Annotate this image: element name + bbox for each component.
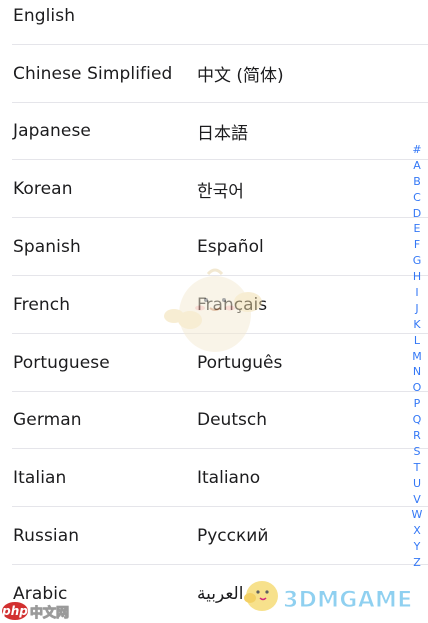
watermark-php: php 中文网 bbox=[2, 600, 84, 622]
language-native-name: 中文 (简体) bbox=[197, 66, 284, 87]
language-english-name: Italian bbox=[13, 468, 67, 489]
watermark-3dmgame: 3DMGAME bbox=[240, 568, 420, 620]
index-letter[interactable]: R bbox=[413, 428, 421, 444]
language-row-russian[interactable]: Russian Русский bbox=[0, 507, 428, 565]
index-letter[interactable]: I bbox=[415, 285, 418, 301]
language-english-name: Portuguese bbox=[13, 352, 110, 373]
index-letter[interactable]: P bbox=[414, 396, 421, 412]
index-letter[interactable]: K bbox=[413, 317, 420, 333]
index-letter[interactable]: C bbox=[413, 190, 421, 206]
language-english-name: English bbox=[13, 5, 76, 26]
php-logo: php bbox=[2, 602, 28, 620]
language-native-name: 한국어 bbox=[197, 181, 244, 202]
section-index-bar[interactable]: # A B C D E F G H I J K L M N O P Q R S T U V W X Y Z bbox=[410, 142, 424, 571]
index-letter[interactable]: F bbox=[414, 237, 420, 253]
language-english-name: Japanese bbox=[13, 121, 91, 142]
language-english-name: Chinese Simplified bbox=[13, 63, 173, 84]
index-letter[interactable]: W bbox=[412, 507, 423, 523]
language-native-name: Italiano bbox=[197, 468, 261, 489]
language-row-german[interactable]: German Deutsch bbox=[0, 392, 428, 450]
index-letter[interactable]: X bbox=[413, 523, 421, 539]
language-english-name: German bbox=[13, 410, 82, 431]
php-watermark-text: 中文网 bbox=[29, 605, 70, 621]
language-native-name: Português bbox=[197, 352, 283, 373]
language-row-portuguese[interactable]: Portuguese Português bbox=[0, 334, 428, 392]
language-row-chinese-simplified[interactable]: Chinese Simplified 中文 (简体) bbox=[0, 45, 428, 103]
index-letter[interactable]: J bbox=[415, 301, 418, 317]
index-letter[interactable]: D bbox=[413, 206, 421, 222]
index-letter[interactable]: # bbox=[412, 142, 421, 158]
language-english-name: Korean bbox=[13, 179, 73, 200]
language-native-name: العربية bbox=[197, 583, 244, 604]
language-row-korean[interactable]: Korean 한국어 bbox=[0, 160, 428, 218]
language-native-name: Français bbox=[197, 294, 268, 315]
language-english-name: French bbox=[13, 294, 71, 315]
index-letter[interactable]: B bbox=[413, 174, 421, 190]
index-letter[interactable]: Q bbox=[413, 412, 422, 428]
index-letter[interactable]: V bbox=[413, 492, 421, 508]
index-letter[interactable]: Y bbox=[414, 539, 421, 555]
3dmgame-watermark-text: 3DMGAME bbox=[283, 588, 413, 614]
index-letter[interactable]: U bbox=[413, 476, 421, 492]
index-letter[interactable]: O bbox=[413, 380, 422, 396]
language-english-name: Spanish bbox=[13, 237, 81, 258]
index-letter[interactable]: G bbox=[413, 253, 422, 269]
language-row-english[interactable]: English bbox=[0, 0, 428, 45]
language-english-name: Russian bbox=[13, 526, 80, 547]
language-native-name: Español bbox=[197, 237, 264, 258]
language-list: English Chinese Simplified 中文 (简体) Japan… bbox=[0, 0, 428, 623]
language-row-french[interactable]: French Français bbox=[0, 276, 428, 334]
language-row-spanish[interactable]: Spanish Español bbox=[0, 218, 428, 276]
index-letter[interactable]: T bbox=[414, 460, 421, 476]
language-native-name: 日本語 bbox=[197, 123, 248, 144]
language-picker-screen: English Chinese Simplified 中文 (简体) Japan… bbox=[0, 0, 428, 623]
language-native-name: Русский bbox=[197, 526, 269, 547]
language-row-italian[interactable]: Italian Italiano bbox=[0, 449, 428, 507]
language-native-name: Deutsch bbox=[197, 410, 267, 431]
index-letter[interactable]: A bbox=[413, 158, 421, 174]
index-letter[interactable]: M bbox=[412, 349, 422, 365]
index-letter[interactable]: S bbox=[414, 444, 421, 460]
index-letter[interactable]: L bbox=[414, 333, 420, 349]
3dm-mascot-icon bbox=[244, 581, 278, 611]
index-letter[interactable]: H bbox=[413, 269, 421, 285]
index-letter[interactable]: N bbox=[413, 364, 421, 380]
language-row-japanese[interactable]: Japanese 日本語 bbox=[0, 103, 428, 161]
index-letter[interactable]: E bbox=[414, 221, 421, 237]
